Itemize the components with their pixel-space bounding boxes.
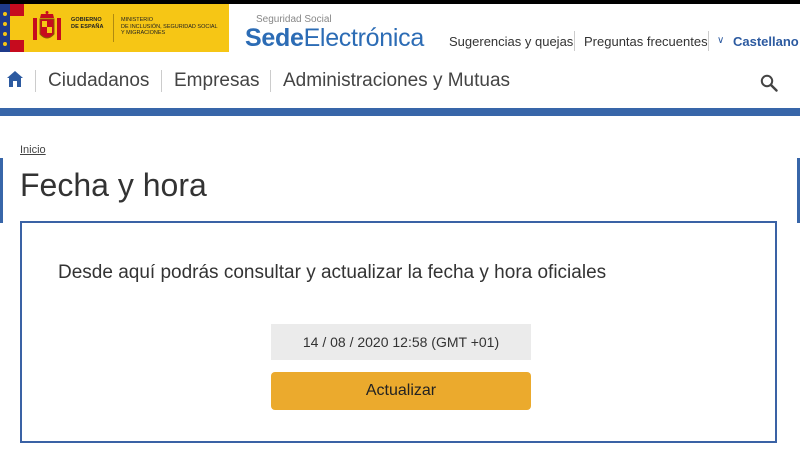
official-datetime: 14 / 08 / 2020 12:58 (GMT +01) xyxy=(271,324,531,360)
nav-divider xyxy=(270,70,271,92)
language-selector[interactable]: Castellano xyxy=(733,34,799,49)
breadcrumb-home[interactable]: Inicio xyxy=(20,144,46,156)
chevron-down-icon: ∨ xyxy=(717,35,725,46)
main-nav: Ciudadanos Empresas Administraciones y M… xyxy=(0,62,800,102)
suggestions-link[interactable]: Sugerencias y quejas xyxy=(449,34,573,49)
nav-divider xyxy=(161,70,162,92)
eu-flag-icon xyxy=(0,4,10,52)
datetime-panel: Desde aquí podrás consultar y actualizar… xyxy=(20,221,777,443)
faq-link[interactable]: Preguntas frecuentes xyxy=(584,34,708,49)
coat-of-arms-icon xyxy=(33,11,61,40)
nav-underline-bar xyxy=(0,108,800,116)
search-icon[interactable] xyxy=(760,74,778,92)
link-divider xyxy=(574,31,575,51)
sede-title: SedeElectrónica xyxy=(245,24,424,52)
logo-divider xyxy=(113,14,114,42)
page-title: Fecha y hora xyxy=(20,167,207,203)
nav-item-administraciones[interactable]: Administraciones y Mutuas xyxy=(283,70,510,92)
left-accent-bar xyxy=(0,158,3,223)
nav-item-ciudadanos[interactable]: Ciudadanos xyxy=(48,70,149,92)
nav-divider xyxy=(35,70,36,92)
update-button[interactable]: Actualizar xyxy=(271,372,531,410)
ministerio-text: MINISTERIO DE INCLUSIÓN, SEGURIDAD SOCIA… xyxy=(121,17,218,36)
gobierno-text: GOBIERNO DE ESPAÑA xyxy=(71,17,104,30)
gobierno-logo[interactable]: GOBIERNO DE ESPAÑA MINISTERIO DE INCLUSI… xyxy=(0,4,229,52)
nav-item-empresas[interactable]: Empresas xyxy=(174,70,260,92)
spain-flag-icon xyxy=(10,4,24,52)
home-icon[interactable] xyxy=(6,70,24,88)
link-divider xyxy=(708,31,709,51)
panel-description: Desde aquí podrás consultar y actualizar… xyxy=(58,262,607,283)
